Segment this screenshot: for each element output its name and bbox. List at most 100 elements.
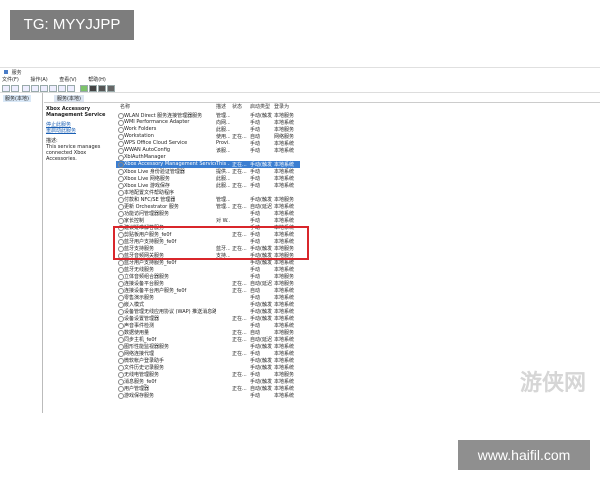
cell-status: 正在... [232, 351, 247, 357]
cell-startup: 手动(触发... [250, 365, 272, 371]
table-row[interactable]: 零售演示服务 手动 本地系统 [116, 294, 300, 301]
cell-startup: 手动 [250, 372, 261, 378]
table-row[interactable]: 用户管理器 正在...自动(触发...本地系统 [116, 385, 300, 392]
table-row[interactable]: 图形性能监视器服务 手动(触发...本地系统 [116, 343, 300, 350]
table-row[interactable]: 连接设备平台用户服务_fe0f 正在... 自动 本地系统 [116, 287, 300, 294]
table-row[interactable]: 蓝牙用户支持服务_fe0f 手动(触发...本地系统 [116, 259, 300, 266]
cell-startup: 自动(延迟... [250, 204, 272, 210]
cell-desc: Provi... [216, 140, 230, 146]
cell-name: 蓝牙用户支持服务_fe0f [124, 260, 177, 266]
cell-logon: 本地服务 [274, 197, 295, 203]
col-header-desc[interactable]: 描述 [216, 103, 226, 111]
cell-name: 蓝牙无线服务 [124, 267, 155, 273]
table-row[interactable]: 声音事件检测 手动 本地系统 [116, 322, 300, 329]
table-row[interactable]: Workstation 使用... 正在... 自动 网络服务 [116, 133, 300, 140]
cell-startup: 手动 [250, 148, 261, 154]
cell-name: Workstation [124, 133, 154, 139]
cell-name: XblAuthManager [124, 154, 166, 160]
table-row[interactable]: 连接设备平台服务 正在...自动(延迟...本地服务 [116, 280, 300, 287]
cell-logon: 本地系统 [274, 337, 295, 343]
cell-logon: 本地系统 [274, 351, 295, 357]
cell-logon: 本地系统 [274, 323, 295, 329]
table-row[interactable]: Xbox Live 身份验证管理器 提供... 正在... 手动 本地系统 [116, 168, 300, 175]
back-icon[interactable] [2, 85, 10, 92]
refresh-icon[interactable] [40, 85, 48, 92]
cell-name: WMI Performance Adapter [124, 119, 190, 125]
table-row[interactable]: 家长控制 对 W... 手动 本地系统 [116, 217, 300, 224]
stop-icon[interactable] [89, 85, 97, 92]
description-text: This service manages connected Xbox Acce… [46, 144, 101, 162]
up-icon[interactable] [31, 85, 39, 92]
table-row[interactable]: 本地配置文件帮助程序 [116, 189, 300, 196]
cell-desc: 该服... [216, 148, 230, 154]
cell-startup: 手动 [250, 218, 261, 224]
table-row[interactable]: XblAuthManager [116, 154, 300, 161]
cell-name: Xbox Accessory Management Service [124, 161, 216, 167]
watermark-logo: 游侠网 [520, 370, 587, 396]
table-row[interactable]: Xbox Live 游戏保存 此服... 正在... 手动 本地系统 [116, 182, 300, 189]
table-row[interactable]: 数据使用量 正在... 自动 本地服务 [116, 329, 300, 336]
table-row[interactable]: 微软帐户登录助手 手动(触发...本地系统 [116, 357, 300, 364]
table-row[interactable]: 蓝牙无线服务 手动 本地系统 [116, 266, 300, 273]
cell-status: 正在... [232, 330, 247, 336]
forward-icon[interactable] [11, 85, 19, 92]
start-icon[interactable] [80, 85, 88, 92]
cell-startup: 手动(触发... [250, 260, 272, 266]
cell-logon: 本地服务 [274, 127, 295, 133]
cell-desc: 此服... [216, 183, 230, 189]
pane-tab[interactable]: 服务(本地) [54, 95, 84, 102]
cell-name: Xbox Live 网络服务 [124, 176, 170, 182]
table-row[interactable]: 设备管理无线应用协议 (WAP) 推送消息路由服务 手动(触发...本地系统 [116, 308, 300, 315]
col-header-logon[interactable]: 登录为 [274, 103, 289, 111]
table-row[interactable]: 设备设置管理器 正在...手动(触发...本地系统 [116, 315, 300, 322]
table-row[interactable]: WPS Office Cloud Service Provi... 手动 本地系统 [116, 140, 300, 147]
table-row[interactable]: 无线电管理服务 正在... 手动 本地服务 [116, 371, 300, 378]
app-icon [4, 70, 8, 74]
cell-startup: 手动 [250, 120, 261, 126]
table-row[interactable]: WMI Performance Adapter 向网... 手动 本地系统 [116, 119, 300, 126]
export-icon[interactable] [49, 85, 57, 92]
table-row[interactable]: 付款和 NFC/SE 管理器 管理... 手动(触发...本地服务 [116, 196, 300, 203]
cell-name: 游戏保存服务 [124, 393, 155, 399]
help-icon[interactable] [58, 85, 66, 92]
cell-name: 零售演示服务 [124, 295, 155, 301]
restart-icon[interactable] [107, 85, 115, 92]
show-tree-icon[interactable] [22, 85, 30, 92]
properties-icon[interactable] [67, 85, 75, 92]
table-row[interactable]: 更新 Orchestrator 服务 管理...正在...自动(延迟...本地系统 [116, 203, 300, 210]
cell-name: 微软帐户登录助手 [124, 358, 165, 364]
cell-logon: 本地系统 [274, 302, 295, 308]
table-row[interactable]: 网络连接代理 正在... 手动 本地系统 [116, 350, 300, 357]
cell-logon: 本地系统 [274, 316, 295, 322]
table-row[interactable]: 同步主机_fe0f 正在...自动(延迟...本地系统 [116, 336, 300, 343]
tg-label: TG: MYYJJPP [10, 10, 134, 40]
table-row[interactable]: 嵌入模式 手动(触发...本地系统 [116, 301, 300, 308]
table-row[interactable]: Work Folders 此服... 手动 本地服务 [116, 126, 300, 133]
table-row[interactable]: 游戏保存服务 手动 本地系统 [116, 392, 300, 399]
cell-name: 立体音频组合器服务 [124, 274, 170, 280]
cell-name: 付款和 NFC/SE 管理器 [124, 197, 176, 203]
table-row[interactable]: Xbox Accessory Management ServiceThis ..… [116, 161, 300, 168]
table-row[interactable]: WWAN AutoConfig 该服... 手动 本地系统 [116, 147, 300, 154]
cell-desc: 此服... [216, 127, 230, 133]
table-row[interactable]: 立体音频组合器服务 手动 本地服务 [116, 273, 300, 280]
tree-node-services-local[interactable]: 服务(本地) [3, 95, 31, 102]
cell-startup: 自动 [250, 134, 261, 140]
pause-icon[interactable] [98, 85, 106, 92]
table-row[interactable]: WLAN Direct 服务连接管理器服务 管理... 手动(触发...本地服务 [116, 112, 300, 119]
table-row[interactable]: 功能访问管理器服务 手动 本地系统 [116, 210, 300, 217]
col-header-status[interactable]: 状态 [232, 103, 242, 111]
cell-status: 正在... [232, 316, 247, 322]
cell-status: 正在... [232, 372, 247, 378]
table-row[interactable]: 消息服务_fe0f 手动(触发...本地系统 [116, 378, 300, 385]
cell-status: 正在... [232, 337, 247, 343]
menu-bar: 文件(F) 操作(A) 查看(V) 帮助(H) [2, 76, 116, 83]
cell-name: 无线电管理服务 [124, 372, 160, 378]
cell-startup: 手动 [250, 211, 261, 217]
col-header-startup[interactable]: 启动类型 [250, 103, 270, 111]
col-header-name[interactable]: 名称 [120, 103, 130, 111]
table-row[interactable]: 文件历史记录服务 手动(触发...本地系统 [116, 364, 300, 371]
cell-logon: 本地系统 [274, 358, 295, 364]
table-row[interactable]: Xbox Live 网络服务 此服... 手动 本地系统 [116, 175, 300, 182]
cell-startup: 手动(触发... [250, 162, 272, 168]
